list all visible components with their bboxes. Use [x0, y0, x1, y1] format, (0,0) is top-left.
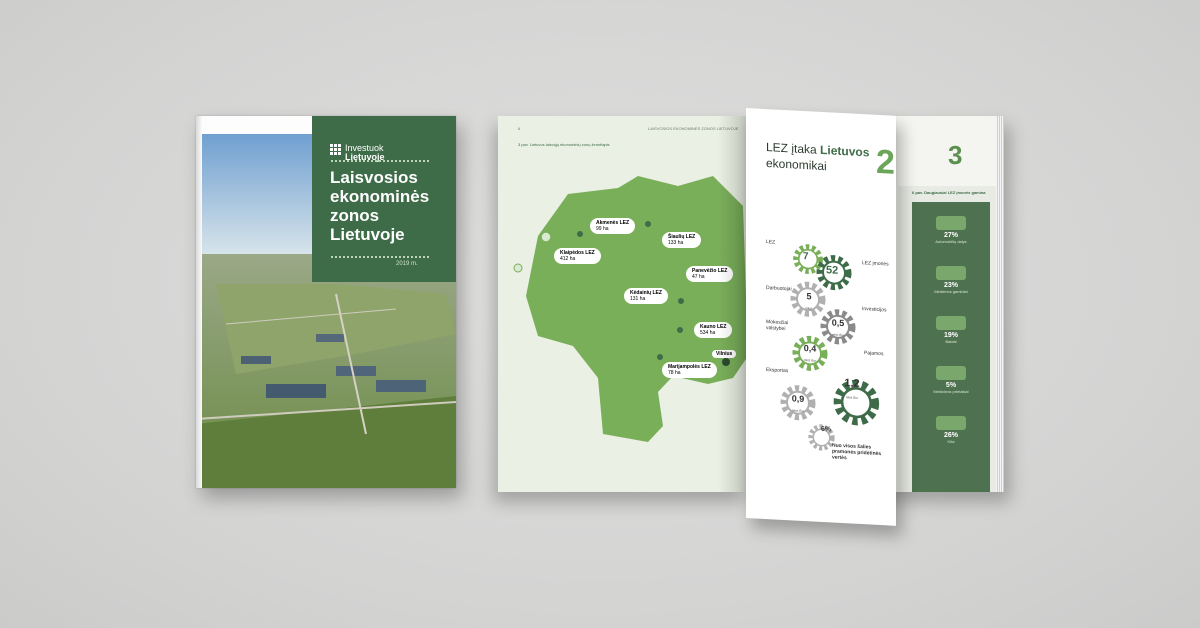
map-page: 6 LAISVOSIOS EKONOMINĖS ZONOS LIETUVOJE … — [498, 116, 748, 492]
cover-year: 2019 m. — [396, 261, 418, 267]
products-caption: 6 pav. Daugiausiai LEZ įmonės gamina — [912, 190, 986, 195]
zone-label-klaipedos[interactable]: Klaipėdos LEZ 412 ha — [554, 248, 601, 264]
map-port-dot — [540, 231, 552, 243]
section-number-3: 3 — [948, 140, 963, 170]
zone-area: 99 ha — [596, 226, 609, 232]
map-shape — [526, 176, 748, 442]
bottles-icon — [936, 416, 966, 430]
cover-spine — [196, 116, 202, 488]
gear-value-companies: 52 — [826, 264, 839, 277]
medical-device-icon — [936, 366, 966, 380]
gears-infographic — [746, 108, 896, 496]
label-taxes: Mokesčiai valstybei — [766, 319, 789, 333]
zone-area: 78 ha — [668, 370, 681, 376]
label-footer: Nuo visos šalies pramonės pridėtinės ver… — [832, 442, 882, 462]
map-port-dot — [513, 263, 523, 273]
log-icon — [936, 266, 966, 280]
label-export: Eksportas — [766, 367, 789, 375]
strip-header: 3 — [898, 116, 996, 186]
gear-value-share: 6% — [821, 425, 832, 434]
zone-label-siauliu[interactable]: Šiaulių LEZ 133 ha — [662, 232, 702, 248]
label-investments: Investicijos — [862, 306, 887, 314]
label-revenue: Pajamos — [864, 350, 884, 358]
cover-title: Laisvosios ekonominės zonos Lietuvoje — [330, 168, 430, 244]
product-item: 5% Medicinos prietaisai — [912, 366, 990, 394]
zone-label-akmenes[interactable]: Akmenės LEZ 99 ha — [590, 218, 636, 234]
products-strip: 3 6 pav. Daugiausiai LEZ įmonės gamina 2… — [898, 116, 996, 492]
gear-value-lez: 7 — [803, 250, 809, 263]
car-icon — [936, 216, 966, 230]
gear-value-investment: 0,5 mlrd. Eur — [831, 317, 845, 338]
page-fold-shadow — [718, 116, 748, 492]
zone-area: 412 ha — [560, 256, 576, 262]
products-list: 27% Automobilių dalys 23% Medienos gamin… — [912, 202, 990, 492]
zone-area: 131 ha — [630, 296, 646, 302]
sofa-icon — [936, 316, 966, 330]
zone-label-marijampoles[interactable]: Marijampolės LEZ 78 ha — [662, 362, 717, 378]
label-employees: Darbuotojai — [766, 285, 792, 293]
gear-value-taxes: 0,4 mlrd. Eur — [803, 343, 817, 363]
cover-dotted-divider — [330, 160, 430, 162]
turning-page-sheet: LEZ įtaka Lietuvos ekonomikai 2 7 52 5 tū… — [746, 108, 896, 526]
cover-dotted-divider-bottom — [330, 256, 430, 258]
label-lez: LEZ — [766, 239, 776, 246]
zone-area: 133 ha — [668, 240, 684, 246]
gear-value-revenue: 1,2 mlrd. Eur — [844, 377, 860, 400]
gear-value-export: 0,9 mlrd. Eur — [791, 393, 805, 414]
product-item: 19% Baldai — [912, 316, 990, 344]
gear-value-employees: 5 tūkst. — [805, 291, 813, 311]
product-item: 27% Automobilių dalys — [912, 216, 990, 244]
zone-label-kedainiu[interactable]: Kėdainių LEZ 131 ha — [624, 288, 668, 304]
logo-grid-icon — [330, 144, 341, 155]
product-item: 26% Kita — [912, 416, 990, 444]
brochure-cover: Investuok Lietuvoje Laisvosios ekonominė… — [196, 116, 456, 488]
product-item: 23% Medienos gaminiai — [912, 266, 990, 294]
page-stack-edge — [996, 116, 1004, 492]
lithuania-map — [513, 176, 748, 442]
